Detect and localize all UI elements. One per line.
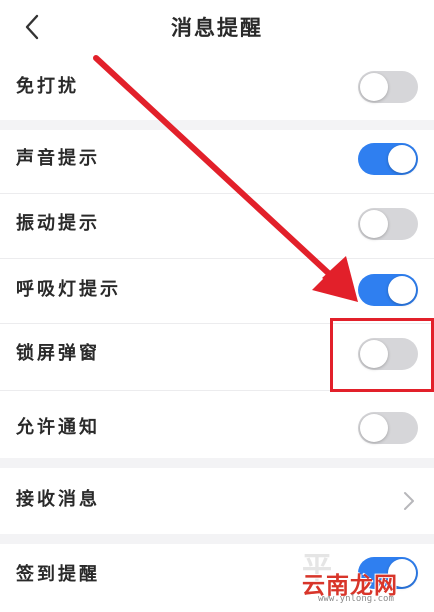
toggle-knob [388, 276, 416, 304]
row-label: 振动提示 [16, 213, 100, 234]
row-label: 允许通知 [16, 417, 100, 438]
annotation-highlight-box [330, 318, 434, 392]
settings-row-receive-messages[interactable]: 接收消息 [0, 468, 434, 534]
settings-row-sound[interactable]: 声音提示 [0, 130, 434, 196]
section-gap [0, 458, 434, 468]
row-label: 接收消息 [16, 489, 100, 510]
chevron-right-icon [404, 492, 414, 510]
row-label: 免打扰 [16, 76, 79, 97]
do-not-disturb-toggle[interactable] [358, 71, 418, 103]
toggle-knob [388, 145, 416, 173]
toggle-knob [360, 73, 388, 101]
toggle-knob [360, 210, 388, 238]
settings-row-breathing-light[interactable]: 呼吸灯提示 [0, 259, 434, 323]
sound-toggle[interactable] [358, 143, 418, 175]
settings-row-allow-notifications[interactable]: 允许通知 [0, 391, 434, 458]
vibration-toggle[interactable] [358, 208, 418, 240]
watermark-url: www.ynlong.com [318, 594, 394, 604]
settings-row-do-not-disturb[interactable]: 免打扰 [0, 54, 434, 120]
allow-notifications-toggle[interactable] [358, 412, 418, 444]
row-label: 签到提醒 [16, 564, 100, 585]
settings-row-vibration[interactable]: 振动提示 [0, 194, 434, 258]
row-label: 锁屏弹窗 [16, 343, 100, 364]
row-label: 呼吸灯提示 [16, 279, 121, 300]
section-gap [0, 120, 434, 130]
row-label: 声音提示 [16, 148, 100, 169]
toggle-knob [360, 414, 388, 442]
breathing-light-toggle[interactable] [358, 274, 418, 306]
navigation-bar: 消息提醒 [0, 0, 434, 54]
page-title: 消息提醒 [171, 16, 263, 40]
section-gap [0, 534, 434, 544]
